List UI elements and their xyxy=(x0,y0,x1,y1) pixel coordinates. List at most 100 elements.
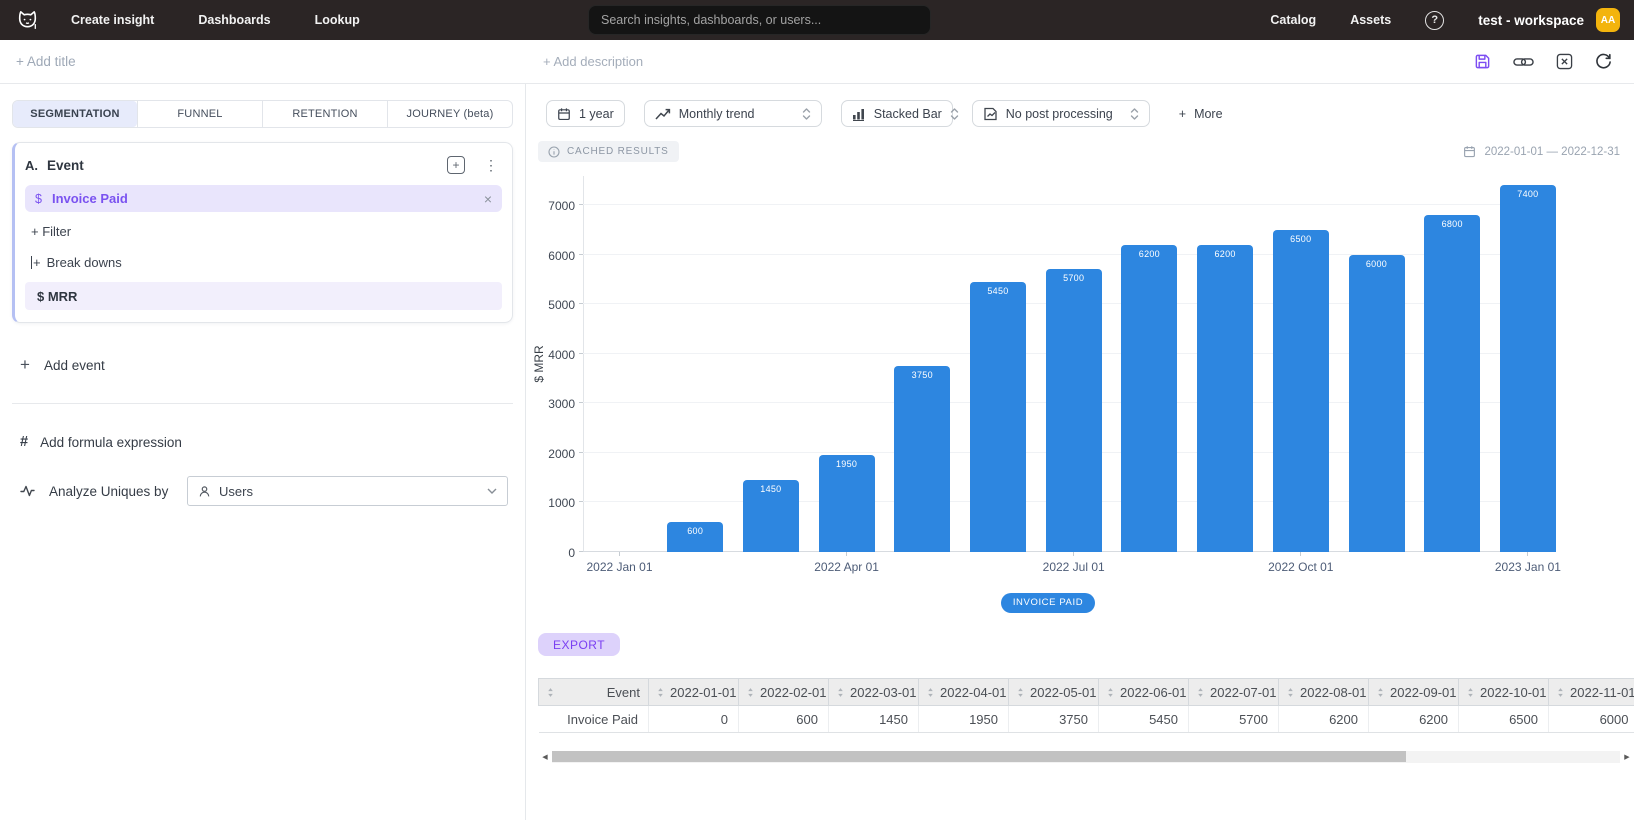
add-breakdown-button[interactable]: + Break downs xyxy=(25,255,502,270)
sort-icon[interactable] xyxy=(747,687,754,698)
table-cell-value: 6200 xyxy=(1369,706,1459,733)
event-card: A. Event + ⋮ $ Invoice Paid × + Filter +… xyxy=(12,142,513,323)
add-filter-button[interactable]: + Filter xyxy=(25,224,502,239)
info-icon xyxy=(548,146,560,158)
nav-create-insight[interactable]: Create insight xyxy=(71,13,154,27)
event-menu-icon[interactable]: ⋮ xyxy=(484,157,498,174)
column-header[interactable]: 2022-05-01 xyxy=(1009,679,1099,706)
y-tick-label: 0 xyxy=(537,546,575,560)
column-header[interactable]: 2022-10-01 xyxy=(1459,679,1549,706)
y-tick-label: 7000 xyxy=(537,199,575,213)
analyze-by-select[interactable]: Users xyxy=(187,476,508,506)
chart-type-select[interactable]: Stacked Bar xyxy=(841,100,953,127)
calendar-icon xyxy=(1463,145,1476,158)
chart-bar-2022-10-01[interactable]: 6500 xyxy=(1273,230,1329,552)
column-header[interactable]: 2022-08-01 xyxy=(1279,679,1369,706)
column-header[interactable]: 2022-03-01 xyxy=(829,679,919,706)
sort-icon[interactable] xyxy=(837,687,844,698)
bar-value-label: 6000 xyxy=(1349,259,1405,269)
chart-bar-2022-06-01[interactable]: 5450 xyxy=(970,282,1026,552)
chart-bar-2023-01-01[interactable]: 7400 xyxy=(1500,185,1556,552)
nav-catalog[interactable]: Catalog xyxy=(1270,13,1316,27)
add-title-field[interactable]: + Add title xyxy=(16,54,76,69)
scroll-right-icon[interactable]: ▶ xyxy=(1620,753,1634,761)
export-button[interactable]: EXPORT xyxy=(538,633,620,656)
help-icon[interactable]: ? xyxy=(1425,11,1444,30)
export-box-icon[interactable] xyxy=(1556,53,1573,70)
nav-assets[interactable]: Assets xyxy=(1350,13,1391,27)
scroll-left-icon[interactable]: ◀ xyxy=(538,753,552,761)
chart-toolbar: 1 year Monthly trend xyxy=(538,100,1634,127)
sort-icon[interactable] xyxy=(657,687,664,698)
analyze-uniques-row: Analyze Uniques by Users xyxy=(12,476,513,506)
chart-bar-2022-07-01[interactable]: 5700 xyxy=(1046,269,1102,552)
workspace-name[interactable]: test - workspace xyxy=(1478,13,1584,28)
avatar[interactable]: AA xyxy=(1596,8,1620,32)
chart-bar-2022-03-01[interactable]: 1450 xyxy=(743,480,799,552)
tab-journey[interactable]: JOURNEY (beta) xyxy=(387,101,512,127)
scrollbar-thumb[interactable] xyxy=(552,751,1406,762)
legend-invoice-paid[interactable]: INVOICE PAID xyxy=(1001,593,1095,613)
trend-select[interactable]: Monthly trend xyxy=(644,100,822,127)
more-button[interactable]: + More xyxy=(1179,107,1223,121)
sort-icon[interactable] xyxy=(1197,687,1204,698)
chart-bar-2022-02-01[interactable]: 600 xyxy=(667,522,723,552)
sort-icon[interactable] xyxy=(1557,687,1564,698)
breakdowns-label: Break downs xyxy=(47,255,122,270)
add-description-field[interactable]: + Add description xyxy=(543,54,643,69)
column-header[interactable]: 2022-06-01 xyxy=(1099,679,1189,706)
plus-icon: + xyxy=(20,355,30,375)
search-input[interactable] xyxy=(588,5,931,35)
main-nav: Create insight Dashboards Lookup xyxy=(71,13,360,27)
sort-icon[interactable] xyxy=(927,687,934,698)
metric-mrr-row[interactable]: $ MRR xyxy=(25,282,502,310)
column-header[interactable]: 2022-04-01 xyxy=(919,679,1009,706)
column-header[interactable]: 2022-01-01 xyxy=(649,679,739,706)
column-header[interactable]: 2022-11-01 xyxy=(1549,679,1634,706)
remove-event-icon[interactable]: × xyxy=(484,191,492,207)
sort-icon[interactable] xyxy=(1287,687,1294,698)
sort-icon[interactable] xyxy=(547,687,554,698)
sort-icon[interactable] xyxy=(1017,687,1024,698)
chart-bar-2022-11-01[interactable]: 6000 xyxy=(1349,255,1405,552)
select-carets-icon xyxy=(950,106,959,122)
analyze-uniques-label: Analyze Uniques by xyxy=(49,484,168,499)
refresh-icon[interactable] xyxy=(1595,53,1612,70)
column-header[interactable]: 2022-09-01 xyxy=(1369,679,1459,706)
chart-bar-2022-12-01[interactable]: 6800 xyxy=(1424,215,1480,552)
chart-bar-2022-05-01[interactable]: 3750 xyxy=(894,366,950,552)
save-icon[interactable] xyxy=(1474,53,1491,70)
panel-divider xyxy=(12,403,513,404)
post-processing-select[interactable]: No post processing xyxy=(972,100,1150,127)
app-logo-cat-icon[interactable] xyxy=(14,7,41,33)
select-carets-icon xyxy=(802,106,811,122)
add-formula-button[interactable]: # Add formula expression xyxy=(12,434,513,450)
link-icon[interactable] xyxy=(1513,54,1534,70)
insight-header-bar: + Add title + Add description xyxy=(0,40,1634,84)
tab-segmentation[interactable]: SEGMENTATION xyxy=(13,101,137,127)
event-index: A. xyxy=(25,158,38,173)
tab-retention[interactable]: RETENTION xyxy=(262,101,387,127)
column-header[interactable]: 2022-07-01 xyxy=(1189,679,1279,706)
duplicate-event-icon[interactable]: + xyxy=(447,156,465,174)
column-header[interactable]: Event xyxy=(539,679,649,706)
selected-event-row[interactable]: $ Invoice Paid × xyxy=(25,185,502,212)
sort-icon[interactable] xyxy=(1107,687,1114,698)
sort-icon[interactable] xyxy=(1467,687,1474,698)
chevron-down-icon xyxy=(487,488,497,494)
date-range-button[interactable]: 1 year xyxy=(546,100,625,127)
horizontal-scrollbar[interactable]: ◀ ▶ xyxy=(538,750,1634,763)
tab-funnel[interactable]: FUNNEL xyxy=(137,101,262,127)
nav-dashboards[interactable]: Dashboards xyxy=(198,13,270,27)
chart-bar-2022-09-01[interactable]: 6200 xyxy=(1197,245,1253,552)
bar-value-label: 5450 xyxy=(970,286,1026,296)
chart-bar-2022-08-01[interactable]: 6200 xyxy=(1121,245,1177,552)
scrollbar-track[interactable] xyxy=(552,751,1620,763)
results-table-wrap: Event2022-01-012022-02-012022-03-012022-… xyxy=(538,678,1634,733)
column-header[interactable]: 2022-02-01 xyxy=(739,679,829,706)
nav-lookup[interactable]: Lookup xyxy=(315,13,360,27)
chart-bar-2022-04-01[interactable]: 1950 xyxy=(819,455,875,552)
x-tick-label: 2022 Oct 01 xyxy=(1246,560,1356,574)
add-event-button[interactable]: + Add event xyxy=(12,355,513,375)
sort-icon[interactable] xyxy=(1377,687,1384,698)
